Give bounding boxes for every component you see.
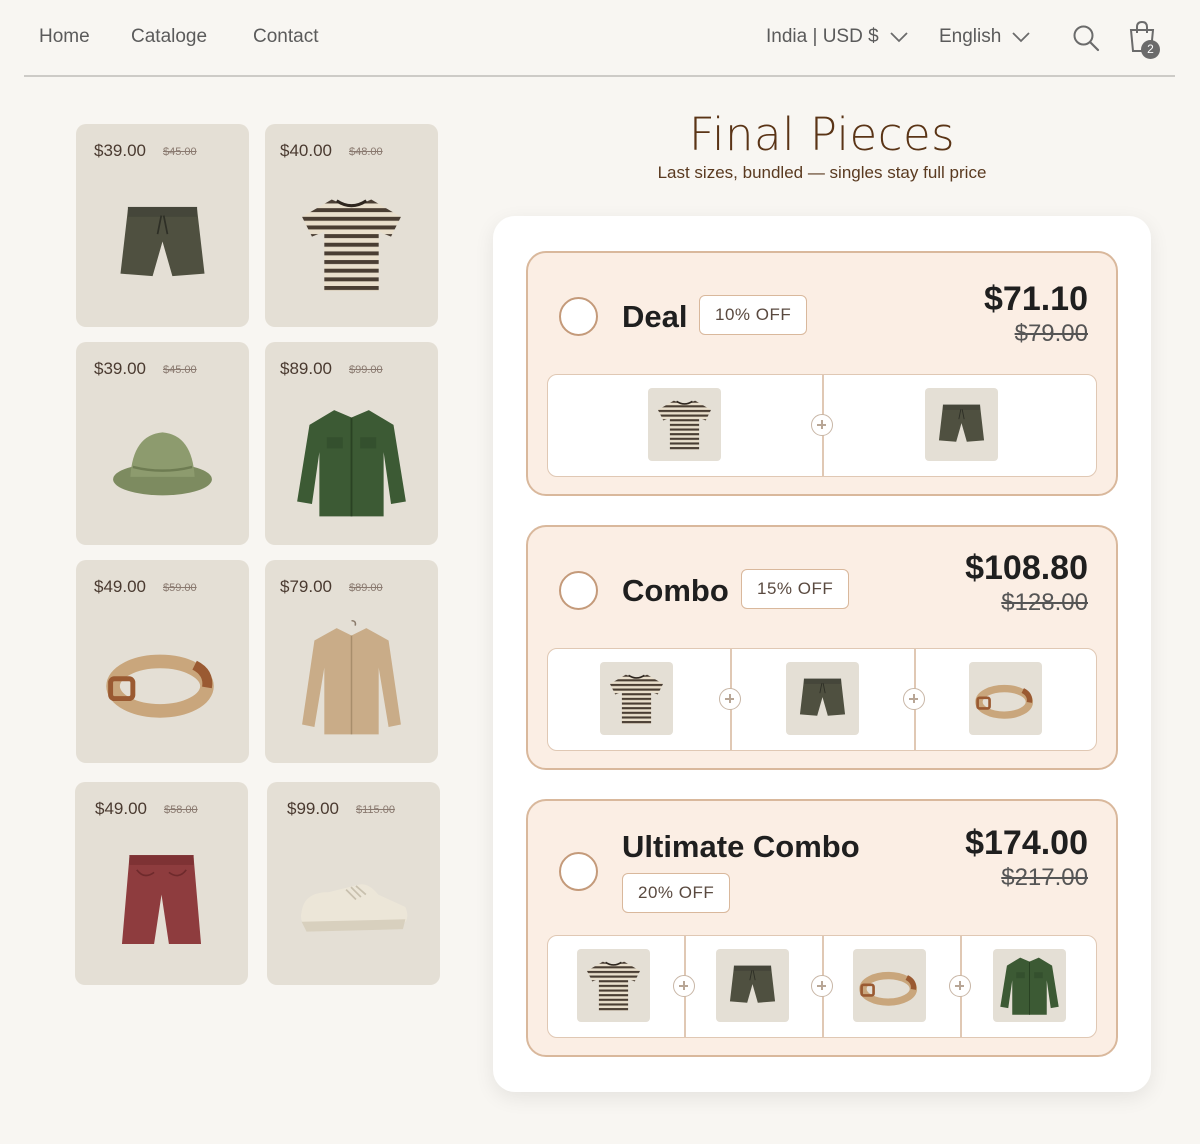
bucket-hat-icon (111, 431, 214, 497)
item-thumbnail (786, 662, 859, 735)
search-icon[interactable] (1071, 23, 1101, 53)
shorts-icon (938, 404, 985, 443)
bundle-item (548, 375, 822, 476)
cart-count-badge: 2 (1141, 40, 1160, 59)
item-thumbnail (716, 949, 789, 1022)
product-price: $39.00 (94, 141, 146, 160)
product-price: $39.00 (94, 359, 146, 378)
chevron-down-icon (889, 31, 909, 43)
bundle-name: Combo (622, 573, 729, 608)
product-old-price: $99.00 (349, 364, 383, 376)
product-price: $49.00 (95, 799, 147, 818)
nav-contact-link[interactable]: Contact (253, 26, 318, 48)
item-thumbnail (969, 662, 1042, 735)
product-old-price: $115.00 (356, 804, 395, 816)
belt-icon (853, 949, 926, 1022)
bundle-item (962, 936, 1096, 1037)
language-selector[interactable]: English (939, 26, 1031, 48)
sneaker-icon (300, 883, 409, 933)
product-price: $40.00 (280, 141, 332, 160)
striped-tee-icon (657, 399, 712, 451)
product-old-price: $58.00 (164, 804, 198, 816)
product-card[interactable]: $49.00 $59.00 (76, 560, 249, 763)
product-price: $49.00 (94, 577, 146, 596)
discount-badge: 20% OFF (622, 873, 731, 913)
product-card[interactable]: $89.00 $99.00 (265, 342, 438, 545)
product-card[interactable]: $39.00 $45.00 (76, 124, 249, 327)
bundle-item (548, 649, 730, 750)
product-price: $99.00 (287, 799, 339, 818)
bundle-old-price: $128.00 (1001, 589, 1088, 616)
jacket-icon (296, 409, 407, 518)
bundle-old-price: $79.00 (1014, 320, 1088, 347)
product-old-price: $45.00 (163, 146, 197, 158)
item-thumbnail (577, 949, 650, 1022)
bundle-item (732, 649, 914, 750)
item-thumbnail (925, 388, 998, 461)
shorts-icon (119, 206, 206, 277)
header-divider (24, 75, 1175, 77)
product-card[interactable]: $49.00 $58.00 (75, 782, 248, 985)
nav-catalog-link[interactable]: Cataloge (131, 26, 207, 48)
product-price: $89.00 (280, 359, 332, 378)
item-thumbnail (993, 949, 1066, 1022)
bundle-name: Deal (622, 299, 688, 334)
shirt-icon (301, 619, 402, 736)
jacket-icon (999, 957, 1060, 1016)
bundle-items-strip (547, 935, 1097, 1038)
bundle-items-strip (547, 374, 1097, 477)
bundle-radio[interactable] (559, 297, 598, 336)
striped-tee-icon (609, 673, 664, 725)
chevron-down-icon (1011, 31, 1031, 43)
item-thumbnail (648, 388, 721, 461)
product-card[interactable]: $40.00 $48.00 (265, 124, 438, 327)
product-old-price: $45.00 (163, 364, 197, 376)
shorts-icon (729, 965, 776, 1004)
bundle-option-ultimate-combo[interactable]: Ultimate Combo 20% OFF $174.00 $217.00 (526, 799, 1118, 1057)
bundle-price: $174.00 (965, 824, 1088, 862)
nav-home-link[interactable]: Home (39, 26, 90, 48)
bundle-item (824, 375, 1096, 476)
belt-icon (76, 600, 249, 760)
top-nav: Home Cataloge Contact India | USD $ Engl… (0, 0, 1200, 77)
product-card[interactable]: $39.00 $45.00 (76, 342, 249, 545)
bundle-price: $108.80 (965, 549, 1088, 587)
bundle-item (686, 936, 822, 1037)
bundle-item (916, 649, 1096, 750)
page-title: Final Pieces (688, 108, 956, 161)
bundle-option-deal[interactable]: Deal 10% OFF $71.10 $79.00 (526, 251, 1118, 496)
striped-tee-icon (300, 197, 403, 293)
product-card[interactable]: $99.00 $115.00 (267, 782, 440, 985)
product-old-price: $59.00 (163, 582, 197, 594)
striped-tee-icon (586, 960, 641, 1012)
item-thumbnail (853, 949, 926, 1022)
currency-label: India | USD $ (766, 26, 879, 47)
discount-badge: 15% OFF (741, 569, 850, 609)
shorts-icon (799, 678, 846, 717)
bundle-radio[interactable] (559, 571, 598, 610)
bundle-items-strip (547, 648, 1097, 751)
bundle-price: $71.10 (984, 280, 1088, 318)
product-old-price: $89.00 (349, 582, 383, 594)
bundle-item (824, 936, 960, 1037)
bundle-old-price: $217.00 (1001, 864, 1088, 891)
product-card[interactable]: $79.00 $89.00 (265, 560, 438, 763)
bundle-radio[interactable] (559, 852, 598, 891)
item-thumbnail (600, 662, 673, 735)
belt-icon (969, 662, 1042, 735)
bundle-item (548, 936, 684, 1037)
bundle-name: Ultimate Combo (622, 829, 860, 864)
page-subtitle: Last sizes, bundled — singles stay full … (657, 163, 987, 182)
red-shorts-icon (121, 854, 202, 945)
bundle-option-combo[interactable]: Combo 15% OFF $108.80 $128.00 (526, 525, 1118, 770)
discount-badge: 10% OFF (699, 295, 808, 335)
product-old-price: $48.00 (349, 146, 383, 158)
product-price: $79.00 (280, 577, 332, 596)
currency-selector[interactable]: India | USD $ (766, 26, 909, 48)
language-label: English (939, 26, 1002, 47)
